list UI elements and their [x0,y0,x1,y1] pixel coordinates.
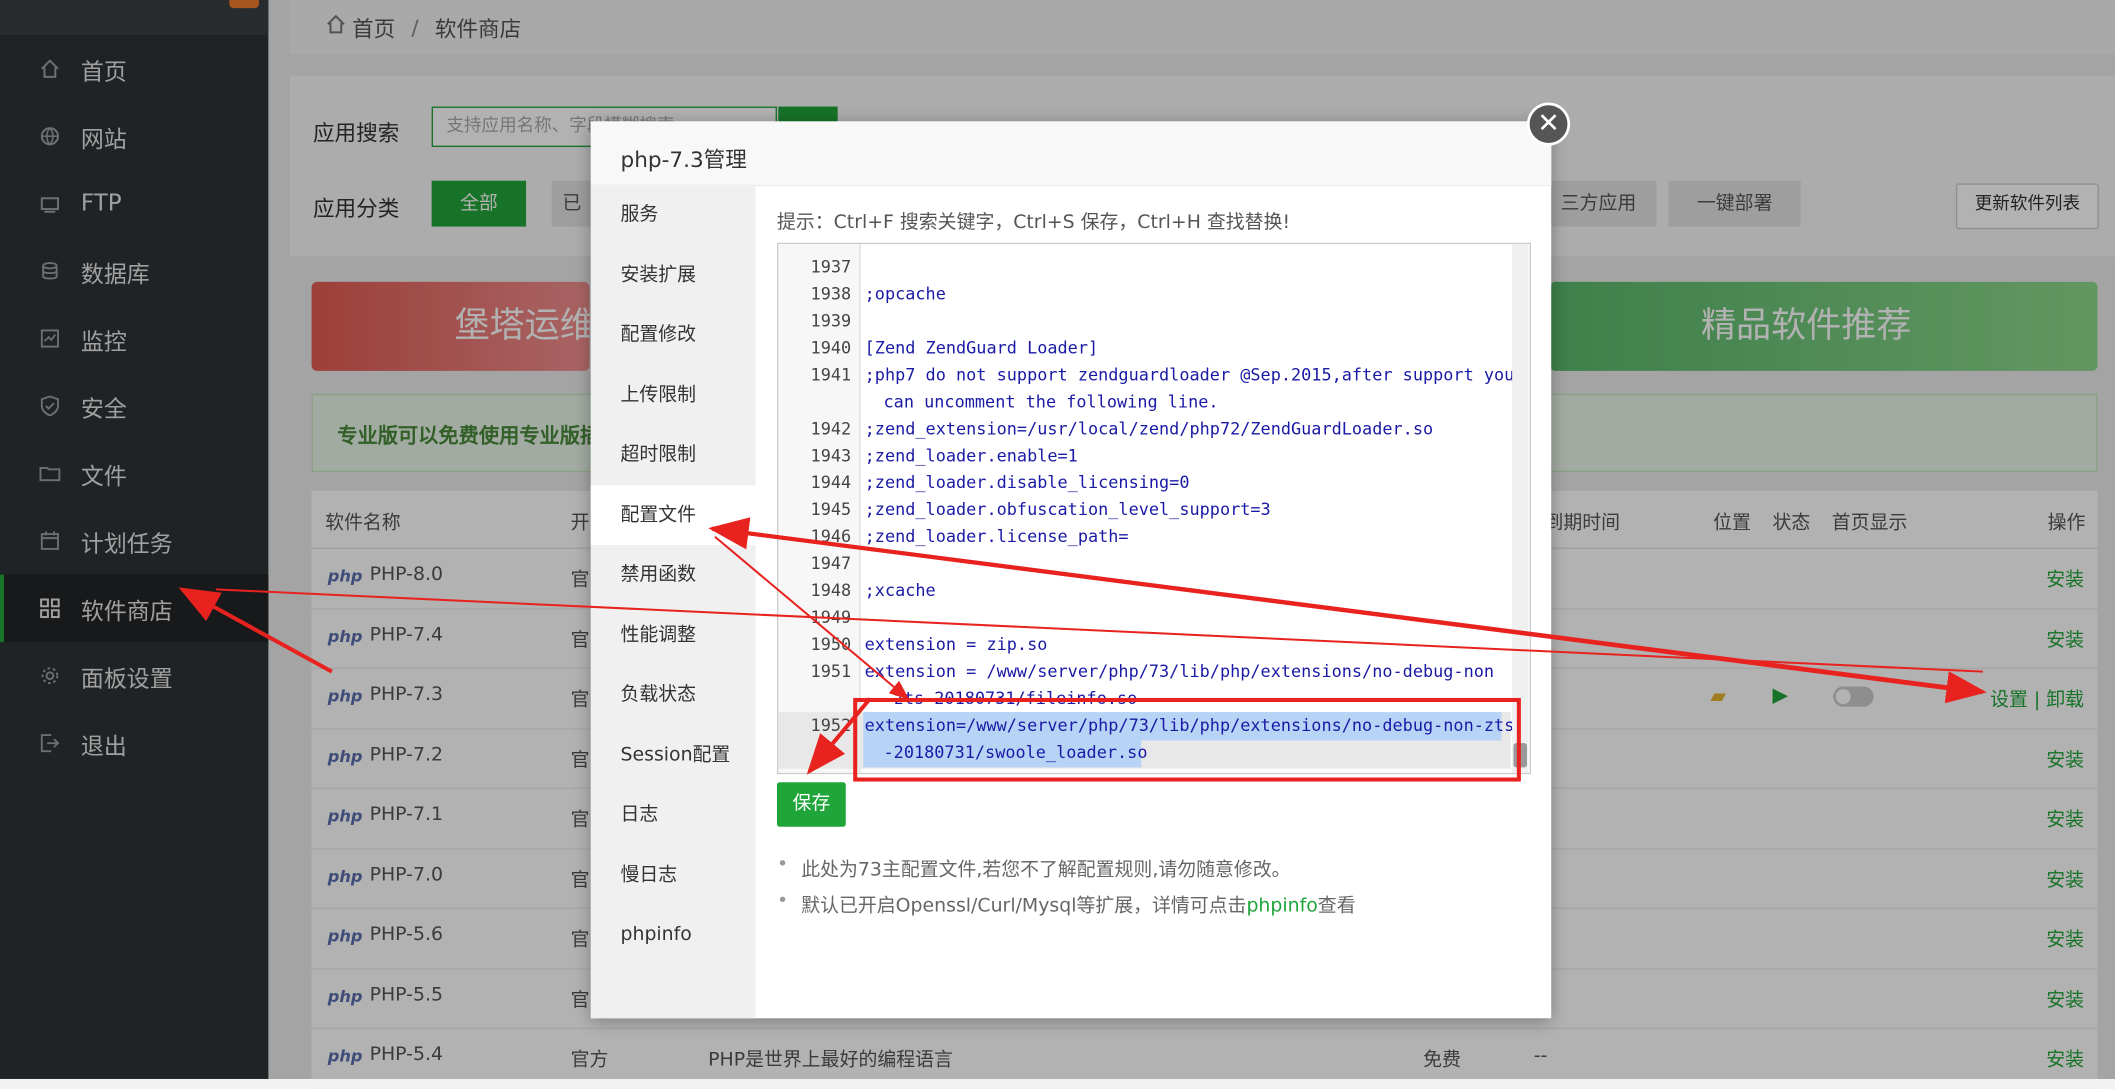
arrow-to-save [806,697,872,775]
arrow-to-app-store [178,587,333,674]
annotation-layer [178,517,1987,782]
highlight-box [853,697,1521,782]
arrow-to-editor [714,536,910,700]
arrow-to-settings [711,526,1987,704]
